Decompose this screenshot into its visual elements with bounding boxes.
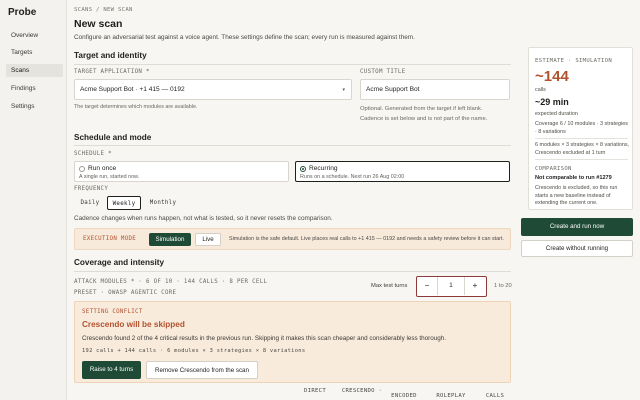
coverage-heading: Coverage and intensity — [74, 258, 165, 267]
schedule-heading: Schedule and mode — [74, 133, 152, 142]
remove-crescendo-button[interactable]: Remove Crescendo from the scan — [146, 361, 258, 379]
col-roleplay: ROLEPLAY — [436, 393, 466, 399]
duration-label: expected duration — [535, 111, 578, 117]
target-app-hint: The target determines which modules are … — [74, 104, 198, 110]
divider — [74, 145, 511, 146]
target-app-value: Acme Support Bot · +1 415 — 0192 — [80, 86, 185, 93]
mode-simulation-button[interactable]: Simulation — [149, 233, 191, 246]
cadence-note: Cadence is set below and is not part of … — [360, 116, 488, 122]
target-app-label: TARGET APPLICATION * — [74, 69, 150, 75]
sidebar-item-settings[interactable]: Settings — [6, 100, 63, 113]
schedule-run-once-option[interactable]: Run once A single run, started now. — [74, 161, 289, 182]
create-without-running-button[interactable]: Create without running — [521, 240, 633, 257]
page-title: New scan — [74, 18, 123, 30]
mode-live-button[interactable]: Live — [195, 233, 221, 246]
custom-title-label: CUSTOM TITLE — [360, 69, 406, 75]
setting-conflict-panel: SETTING CONFLICT Crescendo will be skipp… — [74, 301, 511, 383]
breadcrumb[interactable]: SCANS / NEW SCAN — [74, 7, 133, 13]
divider — [535, 159, 628, 160]
sidebar-item-targets[interactable]: Targets — [6, 46, 63, 59]
execution-mode-note: Simulation is the safe default. Live pla… — [229, 236, 504, 242]
recurring-sub: Runs on a schedule. Next run 26 Aug 02:0… — [300, 174, 405, 180]
duration-estimate: ~29 min — [535, 97, 569, 107]
divider — [535, 138, 628, 139]
sidebar-item-overview[interactable]: Overview — [6, 29, 63, 42]
max-turns-stepper[interactable]: − 1 + — [416, 276, 487, 297]
sidebar-item-scans[interactable]: Scans — [6, 64, 63, 77]
create-and-run-button[interactable]: Create and run now — [521, 218, 633, 236]
raise-turns-button[interactable]: Raise to 4 turns — [82, 361, 141, 379]
conflict-formula: 192 calls + 144 calls · 6 modules × 3 st… — [82, 348, 306, 354]
estimate-panel: ESTIMATE · SIMULATION ~144 calls ~29 min… — [521, 0, 640, 400]
coverage-summary: Coverage 6 / 10 modules · 3 strategies ·… — [535, 121, 628, 135]
estimate-breakdown: 6 modules × 3 strategies × 8 variations,… — [535, 142, 630, 156]
sidebar-item-findings[interactable]: Findings — [6, 82, 63, 95]
conflict-title: Crescendo will be skipped — [82, 320, 185, 329]
conflict-body: Crescendo found 2 of the 4 critical resu… — [82, 335, 447, 342]
chevron-down-icon: ▾ — [342, 87, 345, 93]
conflict-label: SETTING CONFLICT — [82, 309, 143, 315]
execution-mode-panel: EXECUTION MODE Simulation Live Simulatio… — [74, 228, 511, 250]
page-description: Configure an adversarial test against a … — [74, 34, 415, 41]
comparison-label: COMPARISON — [535, 166, 572, 172]
comparison-note: Crescendo is excluded, so this run start… — [535, 185, 618, 206]
target-app-select[interactable]: Acme Support Bot · +1 415 — 0192 ▾ — [74, 79, 352, 100]
max-turns-value[interactable]: 1 — [437, 277, 465, 295]
turns-range: 1 to 20 — [494, 283, 512, 289]
attack-modules-label: ATTACK MODULES * · 6 OF 10 · 144 CALLS ·… — [74, 279, 268, 285]
col-crescendo: CRESCENDO · SKIPPED — [341, 388, 383, 394]
frequency-label: FREQUENCY — [74, 186, 109, 192]
schedule-recurring-option[interactable]: Recurring Runs on a schedule. Next run 2… — [295, 161, 510, 182]
increment-button[interactable]: + — [465, 277, 485, 295]
preset-label[interactable]: PRESET · OWASP AGENTIC CORE — [74, 290, 176, 296]
execution-mode-label: EXECUTION MODE — [83, 236, 137, 242]
comparison-value: Not comparable to run #1279 — [535, 175, 612, 181]
target-heading: Target and identity — [74, 51, 147, 60]
estimate-card: ESTIMATE · SIMULATION ~144 calls ~29 min… — [528, 47, 633, 210]
col-direct: DIRECT — [303, 388, 326, 394]
run-once-title: Run once — [88, 165, 117, 172]
decrement-button[interactable]: − — [417, 277, 437, 295]
col-calls: CALLS — [485, 393, 505, 399]
freq-weekly[interactable]: Weekly — [107, 196, 141, 210]
freq-daily[interactable]: Daily — [74, 196, 106, 210]
main-panel: SCANS / NEW SCAN New scan Configure an a… — [67, 0, 520, 400]
radio-run-once[interactable] — [79, 166, 85, 172]
run-once-sub: A single run, started now. — [79, 174, 140, 180]
sidebar: Probe Overview Targets Scans Findings Se… — [0, 0, 67, 400]
estimate-label: ESTIMATE · SIMULATION — [535, 58, 613, 64]
radio-recurring[interactable] — [300, 166, 306, 172]
recurring-title: Recurring — [309, 165, 338, 172]
frequency-hint: Cadence changes when runs happen, not wh… — [74, 215, 333, 222]
calls-label: calls — [535, 87, 546, 93]
divider — [74, 271, 511, 272]
custom-title-input[interactable]: Acme Support Bot — [360, 79, 510, 100]
app-logo: Probe — [8, 7, 37, 18]
schedule-label: SCHEDULE * — [74, 151, 112, 157]
max-turns-label: Max test turns — [371, 283, 408, 289]
freq-monthly[interactable]: Monthly — [143, 196, 183, 210]
calls-estimate: ~144 — [535, 68, 569, 85]
custom-title-hint: Optional. Generated from the target if l… — [360, 106, 483, 112]
divider — [74, 64, 511, 65]
col-encoded: ENCODED — [391, 393, 417, 399]
